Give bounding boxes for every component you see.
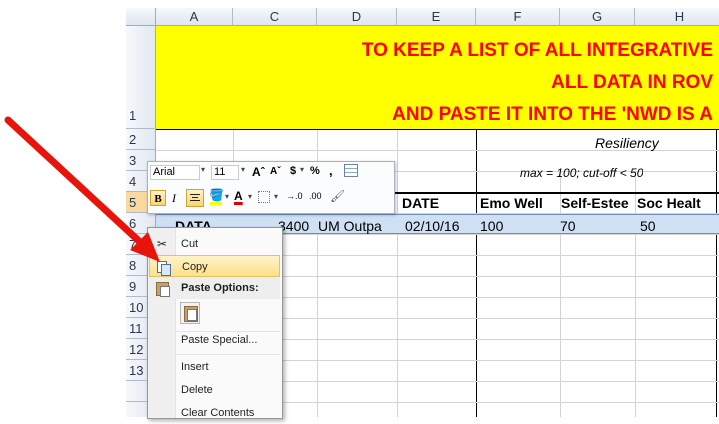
red-arrow-annotation <box>4 116 160 262</box>
